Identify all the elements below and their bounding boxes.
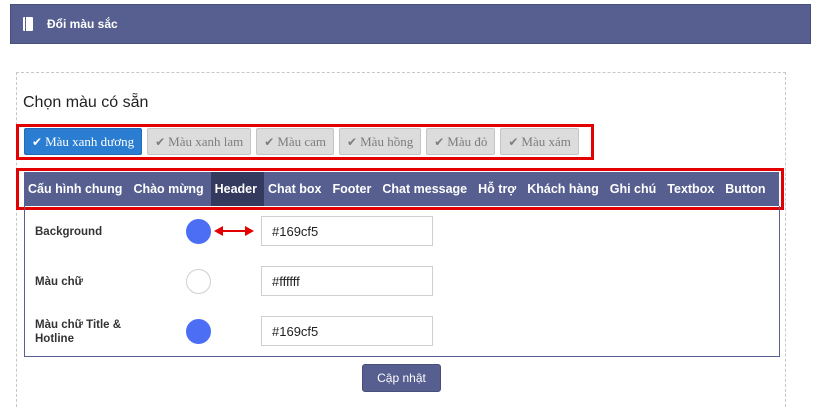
tab-customer[interactable]: Khách hàng: [523, 172, 606, 206]
preset-gray-button[interactable]: ✔ Màu xám: [500, 128, 579, 155]
update-button[interactable]: Cập nhật: [362, 364, 441, 392]
header-settings-panel: Background Màu chữ Màu chữ Title & Hotli…: [24, 206, 780, 357]
background-color-input[interactable]: [261, 216, 433, 246]
tab-welcome[interactable]: Chào mừng: [129, 172, 210, 206]
check-icon: ✔: [434, 134, 445, 149]
settings-tab-bar: Cấu hình chung Chào mừng Header Chat box…: [24, 172, 779, 206]
check-icon: ✔: [264, 134, 275, 149]
page-title: Đổi màu sắc: [47, 17, 118, 31]
background-color-swatch[interactable]: [186, 219, 211, 244]
tab-textbox[interactable]: Textbox: [663, 172, 721, 206]
tab-notes[interactable]: Ghi chú: [606, 172, 664, 206]
tab-chat-message[interactable]: Chat message: [378, 172, 474, 206]
tab-support[interactable]: Hỗ trợ: [474, 172, 523, 206]
title-hotline-label: Màu chữ Title & Hotline: [35, 319, 122, 345]
check-icon: ✔: [155, 134, 166, 149]
tab-footer[interactable]: Footer: [328, 172, 378, 206]
tab-general-config[interactable]: Cấu hình chung: [24, 172, 129, 206]
title-hotline-color-swatch[interactable]: [186, 319, 211, 344]
text-color-label: Màu chữ: [35, 276, 83, 288]
background-label: Background: [35, 226, 103, 238]
preset-color-buttons: ✔ Màu xanh dương ✔ Màu xanh lam ✔ Màu ca…: [24, 128, 579, 155]
title-hotline-row: Màu chữ Title & Hotline: [25, 312, 779, 352]
background-row: Background: [25, 212, 779, 252]
book-icon: [23, 17, 33, 31]
page-header: Đổi màu sắc: [10, 4, 811, 44]
text-color-row: Màu chữ: [25, 262, 779, 302]
preset-pink-button[interactable]: ✔ Màu hồng: [339, 128, 422, 155]
preset-section-title: Chọn màu có sẵn: [23, 94, 149, 111]
title-hotline-color-input[interactable]: [261, 316, 433, 346]
preset-red-button[interactable]: ✔ Màu đỏ: [426, 128, 496, 155]
preset-orange-button[interactable]: ✔ Màu cam: [256, 128, 335, 155]
check-icon: ✔: [508, 134, 519, 149]
double-arrow-icon: [214, 226, 254, 236]
tab-header[interactable]: Header: [210, 172, 264, 206]
text-color-swatch[interactable]: [186, 269, 211, 294]
preset-blue-button[interactable]: ✔ Màu xanh dương: [24, 128, 143, 155]
tab-chat-box[interactable]: Chat box: [264, 172, 328, 206]
preset-cyan-button[interactable]: ✔ Màu xanh lam: [147, 128, 252, 155]
text-color-input[interactable]: [261, 266, 433, 296]
tab-button[interactable]: Button: [721, 172, 772, 206]
check-icon: ✔: [347, 134, 358, 149]
check-icon: ✔: [32, 134, 43, 149]
